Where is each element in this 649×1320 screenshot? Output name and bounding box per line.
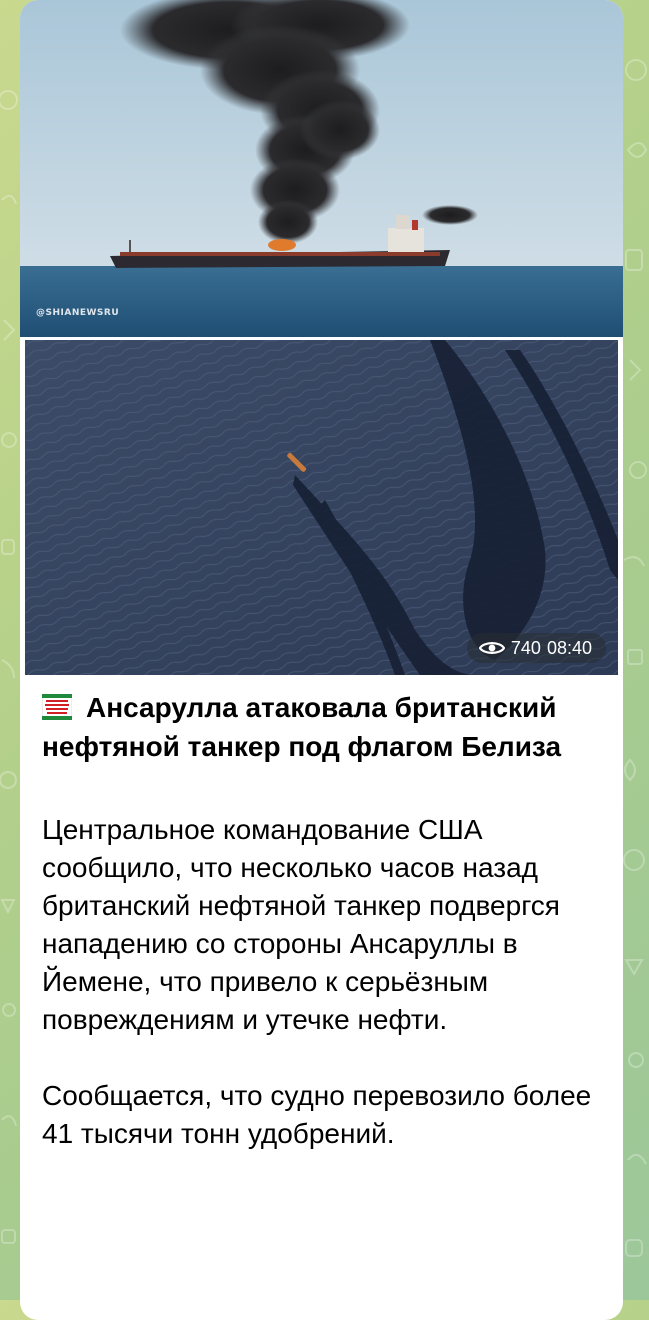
photo-watermark: @SHIANEWSRU — [36, 308, 120, 318]
post-paragraph: Центральное командование США сообщило, ч… — [42, 814, 560, 1035]
photo-meta-badge: 740 08:40 — [466, 633, 606, 663]
post-title-row: Ансарулла атаковала британский нефтяной … — [42, 688, 612, 766]
tanker-photo-image — [20, 0, 623, 337]
post-paragraph: Сообщается, что судно перевозило более 4… — [42, 1080, 592, 1149]
message-bubble: @SHIANEWSRU 740 08:40 Ансарулла атаковал… — [20, 0, 623, 1320]
photo-burning-tanker[interactable]: @SHIANEWSRU — [20, 0, 623, 337]
flag-icon — [42, 694, 72, 720]
post-text: Ансарулла атаковала британский нефтяной … — [42, 688, 612, 1153]
eye-icon — [478, 642, 505, 654]
photo-oil-spill-satellite[interactable]: 740 08:40 — [25, 340, 618, 675]
post-title: Ансарулла атаковала британский нефтяной … — [42, 692, 562, 762]
view-count: 740 — [510, 637, 541, 658]
oil-spill-photo-image — [25, 340, 618, 675]
post-time: 08:40 — [546, 637, 592, 658]
